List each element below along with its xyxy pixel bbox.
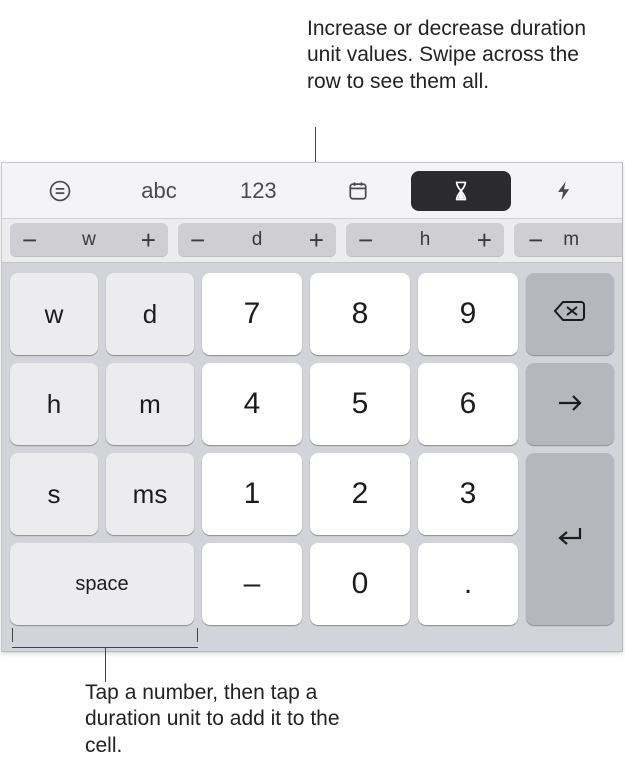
digit-3-key[interactable]: 3 xyxy=(418,453,518,535)
quick-actions-button[interactable] xyxy=(515,171,614,211)
formula-button[interactable] xyxy=(10,171,109,211)
minus-icon[interactable]: − xyxy=(190,227,205,253)
digit-5-key[interactable]: 5 xyxy=(310,363,410,445)
unit-key-days[interactable]: d xyxy=(106,273,194,355)
lightning-icon xyxy=(550,179,578,203)
duration-keyboard: abc 123 − w + − d xyxy=(1,162,623,652)
unit-key-milliseconds[interactable]: ms xyxy=(106,453,194,535)
callout-unit-keys-hint: Tap a number, then tap a duration unit t… xyxy=(85,680,345,759)
number-keyboard-button[interactable]: 123 xyxy=(209,171,308,211)
unit-key-minutes[interactable]: m xyxy=(106,363,194,445)
digit-8-key[interactable]: 8 xyxy=(310,273,410,355)
stepper-unit-label: d xyxy=(252,229,263,251)
stepper-minutes[interactable]: − m xyxy=(514,223,622,257)
digit-1-key[interactable]: 1 xyxy=(202,453,302,535)
digit-6-key[interactable]: 6 xyxy=(418,363,518,445)
stepper-days[interactable]: − d + xyxy=(178,223,336,257)
dot-key[interactable]: . xyxy=(418,543,518,625)
stepper-unit-label: h xyxy=(420,229,431,251)
return-icon xyxy=(556,522,584,556)
backspace-icon xyxy=(553,297,587,331)
digit-9-key[interactable]: 9 xyxy=(418,273,518,355)
hourglass-icon xyxy=(447,179,475,203)
date-keyboard-button[interactable] xyxy=(308,171,407,211)
minus-icon[interactable]: − xyxy=(358,227,373,253)
digit-4-key[interactable]: 4 xyxy=(202,363,302,445)
digit-7-key[interactable]: 7 xyxy=(202,273,302,355)
callout-stepper-hint: Increase or decrease duration unit value… xyxy=(307,16,597,95)
unit-key-hours[interactable]: h xyxy=(10,363,98,445)
stepper-unit-label: m xyxy=(563,229,579,251)
duration-stepper-row[interactable]: − w + − d + − h + − m xyxy=(2,219,622,263)
plus-icon[interactable]: + xyxy=(309,227,324,253)
unit-key-weeks[interactable]: w xyxy=(10,273,98,355)
minus-icon[interactable]: − xyxy=(22,227,37,253)
space-key[interactable]: space xyxy=(10,543,194,625)
arrow-right-icon xyxy=(556,387,584,421)
callout-leader xyxy=(105,648,106,682)
dash-key[interactable]: – xyxy=(202,543,302,625)
digit-2-key[interactable]: 2 xyxy=(310,453,410,535)
next-key[interactable] xyxy=(526,363,614,445)
text-keyboard-button[interactable]: abc xyxy=(109,171,208,211)
duration-keyboard-button[interactable] xyxy=(411,171,510,211)
stepper-weeks[interactable]: − w + xyxy=(10,223,168,257)
return-key[interactable] xyxy=(526,453,614,625)
calendar-icon xyxy=(344,179,372,203)
backspace-key[interactable] xyxy=(526,273,614,355)
unit-key-seconds[interactable]: s xyxy=(10,453,98,535)
minus-icon[interactable]: − xyxy=(528,227,543,253)
key-grid: w d 7 8 9 h m 4 5 6 s ms xyxy=(2,263,622,651)
plus-icon[interactable]: + xyxy=(141,227,156,253)
stepper-hours[interactable]: − h + xyxy=(346,223,504,257)
digit-0-key[interactable]: 0 xyxy=(310,543,410,625)
equals-circle-icon xyxy=(46,179,74,203)
unit-keys-bracket xyxy=(12,634,198,648)
plus-icon[interactable]: + xyxy=(477,227,492,253)
keyboard-toolbar: abc 123 xyxy=(2,163,622,219)
stepper-unit-label: w xyxy=(82,229,96,251)
